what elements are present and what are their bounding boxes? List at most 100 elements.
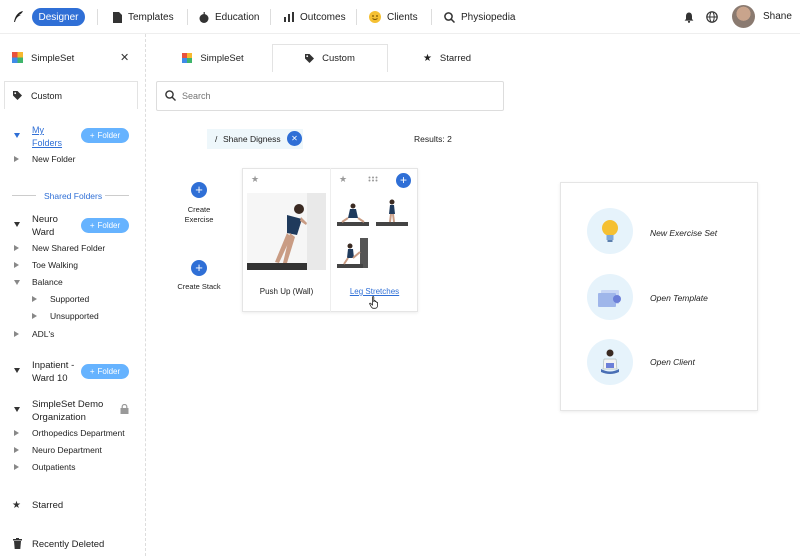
my-folders-link[interactable]: My Folders (32, 124, 72, 150)
star-icon[interactable]: ★ (251, 174, 259, 185)
group-demo-organization[interactable]: SimpleSet Demo Organization (32, 398, 112, 424)
tab-simpleset-label: SimpleSet (200, 52, 244, 64)
chevron-right-icon[interactable] (14, 331, 19, 337)
drag-handle-icon[interactable] (368, 176, 378, 182)
chevron-down-icon[interactable] (14, 280, 20, 285)
sidebar-recently-deleted[interactable]: Recently Deleted (32, 539, 104, 550)
chevron-right-icon[interactable] (14, 447, 19, 453)
new-exercise-set-action[interactable] (587, 208, 633, 254)
push-up-wall-thumbnail[interactable] (247, 193, 326, 270)
quill-logo-icon[interactable] (12, 10, 24, 24)
nav-templates-label: Templates (128, 11, 174, 23)
tab-starred[interactable]: ★ Starred (392, 44, 502, 72)
create-stack-plus-icon[interactable]: + (191, 260, 207, 276)
avatar[interactable] (732, 5, 755, 28)
chevron-down-icon[interactable] (14, 133, 20, 138)
group-inpatient-ward-10[interactable]: Inpatient - Ward 10 (32, 359, 78, 385)
chevron-down-icon[interactable] (14, 222, 20, 227)
create-exercise-label[interactable]: Create Exercise (178, 205, 220, 225)
tab-custom[interactable]: Custom (272, 44, 388, 72)
nav-outcomes[interactable]: Outcomes (284, 9, 346, 25)
folder-item-adls[interactable]: ADL's (32, 329, 54, 339)
add-folder-button[interactable]: + Folder (81, 218, 129, 233)
tab-custom-label: Custom (322, 53, 355, 64)
create-exercise-plus-icon[interactable]: + (191, 182, 207, 198)
remove-filter-close-icon[interactable]: ✕ (287, 131, 302, 146)
create-stack-label[interactable]: Create Stack (172, 282, 226, 291)
sidebar-tab-custom[interactable] (4, 81, 138, 109)
simpleset-logo-icon (12, 52, 23, 63)
folder-item-unsupported[interactable]: Unsupported (50, 311, 99, 321)
breadcrumb-client-name[interactable]: Shane Digness (223, 134, 281, 144)
open-client-label[interactable]: Open Client (650, 357, 695, 367)
nav-physiopedia-label: Physiopedia (461, 11, 516, 23)
group-neuro-ward[interactable]: Neuro Ward (32, 213, 74, 239)
open-template-action[interactable] (587, 274, 633, 320)
nav-clients[interactable]: Clients (369, 9, 418, 25)
chevron-right-icon[interactable] (14, 430, 19, 436)
tab-simpleset[interactable]: SimpleSet (158, 44, 268, 72)
tab-starred-label: Starred (439, 52, 472, 64)
chevron-right-icon[interactable] (32, 296, 37, 302)
new-exercise-set-label[interactable]: New Exercise Set (650, 228, 717, 238)
sidebar-app-name: SimpleSet (31, 53, 75, 64)
nav-templates[interactable]: Templates (113, 9, 174, 25)
chevron-down-icon[interactable] (14, 368, 20, 373)
leg-stretch-thumbnail[interactable] (336, 198, 370, 228)
folder-item-toe-walking[interactable]: Toe Walking (32, 260, 78, 270)
chevron-right-icon[interactable] (32, 313, 37, 319)
notifications-bell-icon[interactable] (684, 12, 694, 23)
folder-item-new-shared-folder[interactable]: New Shared Folder (32, 243, 105, 253)
exercise-card-title[interactable]: Leg Stretches (331, 287, 418, 296)
add-to-set-plus-icon[interactable]: + (396, 173, 411, 188)
chevron-right-icon[interactable] (14, 262, 19, 268)
tag-icon (305, 54, 315, 63)
leg-stretch-thumbnail[interactable] (336, 236, 370, 270)
folder-item-neuro-department[interactable]: Neuro Department (32, 445, 102, 455)
nav-education-label: Education (215, 11, 260, 23)
nav-divider (270, 9, 271, 25)
open-client-action[interactable] (587, 339, 633, 385)
folder-item-orthopedics[interactable]: Orthopedics Department (32, 428, 125, 438)
apple-icon (199, 11, 209, 23)
star-icon: ★ (422, 52, 432, 64)
top-navigation-bar: Designer Templates Education Outcomes Cl… (0, 0, 800, 34)
lightbulb-icon (602, 220, 618, 242)
chevron-down-icon[interactable] (14, 407, 20, 412)
chevron-right-icon[interactable] (14, 464, 19, 470)
folder-item-outpatients[interactable]: Outpatients (32, 462, 75, 472)
star-icon[interactable]: ★ (339, 174, 347, 185)
star-icon: ★ (12, 500, 21, 511)
nav-physiopedia[interactable]: Physiopedia (444, 9, 515, 25)
add-folder-button[interactable]: + Folder (81, 128, 129, 143)
plus-icon: + (89, 131, 95, 140)
simpleset-logo-icon (182, 53, 193, 63)
designer-button[interactable]: Designer (32, 8, 85, 26)
folder-item-new-folder[interactable]: New Folder (32, 154, 75, 164)
leg-stretch-thumbnail[interactable] (375, 198, 409, 228)
chevron-right-icon[interactable] (14, 245, 19, 251)
user-name[interactable]: Shane (763, 11, 792, 22)
globe-icon[interactable] (706, 11, 718, 23)
nav-education[interactable]: Education (199, 9, 259, 25)
close-icon[interactable]: ✕ (120, 51, 129, 64)
divider (12, 195, 36, 196)
add-folder-button-label: Folder (97, 131, 121, 140)
sidebar-starred[interactable]: Starred (32, 500, 63, 511)
lock-icon (120, 404, 129, 414)
folder-item-balance[interactable]: Balance (32, 277, 63, 287)
template-icon (598, 290, 621, 307)
nav-clients-label: Clients (387, 11, 418, 23)
folder-item-supported[interactable]: Supported (50, 294, 89, 304)
bar-chart-icon (284, 12, 294, 22)
nav-divider (356, 9, 357, 25)
nav-divider (187, 9, 188, 25)
exercise-card-title[interactable]: Push Up (Wall) (247, 287, 326, 296)
trash-icon (13, 538, 22, 549)
sidebar-tab-custom-label: Custom (31, 91, 63, 101)
search-input[interactable] (182, 88, 492, 104)
open-template-label[interactable]: Open Template (650, 293, 708, 303)
shared-folders-heading: Shared Folders (44, 191, 103, 201)
chevron-right-icon[interactable] (14, 156, 19, 162)
add-folder-button[interactable]: + Folder (81, 364, 129, 379)
